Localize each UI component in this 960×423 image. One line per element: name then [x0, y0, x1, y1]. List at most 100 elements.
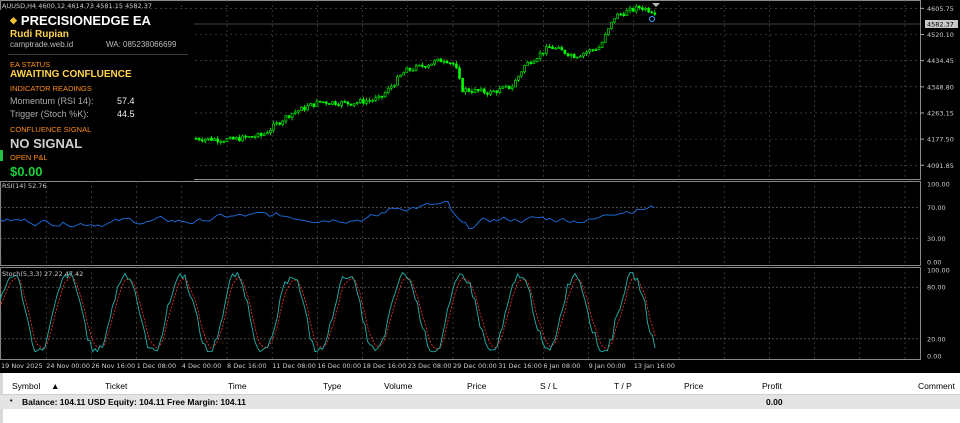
candle-body: [557, 47, 561, 49]
chart-area[interactable]: 19 Nov 2025 24 Nov 00:00 26 Nov 16:00 1 Dec…: [0, 0, 960, 373]
candle-body: [393, 84, 396, 87]
ea-title-text: PRECISIONEDGE EA: [20, 13, 151, 28]
col-comment[interactable]: Comment: [918, 381, 955, 391]
candle-body: [579, 55, 582, 58]
candle-body: [396, 76, 399, 86]
candle-body: [563, 49, 567, 54]
rsi-pane: [0, 201, 920, 239]
candle-body: [383, 92, 387, 98]
trade-marker: [649, 16, 655, 22]
candle-body: [231, 136, 235, 140]
col-type[interactable]: Type: [323, 381, 341, 391]
candle-body: [306, 105, 309, 111]
chart-shift-marker[interactable]: [652, 3, 660, 7]
time-tick-label: 13 Jan 16:00: [634, 362, 675, 370]
candle-body: [538, 52, 542, 59]
candle-body: [358, 99, 362, 103]
candle-body: [588, 49, 592, 53]
terminal-header-row: Symbol ▲ Ticket Time Type Volume Price S…: [0, 377, 960, 395]
time-tick-label: 19 Nov 2025: [1, 362, 43, 370]
col-profit[interactable]: Profit: [762, 381, 782, 391]
rsi-header: RSI(14) 52.76: [2, 182, 47, 190]
candle-body: [504, 85, 508, 88]
indicator-trigger-label: Trigger (Stoch %K):: [10, 109, 89, 119]
time-tick-label: 16 Dec 00:00: [317, 362, 361, 370]
col-tp[interactable]: T / P: [614, 381, 632, 391]
time-tick-label: 29 Dec 00:00: [453, 362, 497, 370]
col-price[interactable]: Price: [467, 381, 486, 391]
candle-body: [259, 133, 263, 136]
candle-body: [467, 88, 471, 92]
candle-body: [238, 137, 241, 142]
sort-up-icon[interactable]: ▲: [51, 381, 59, 391]
candle-body: [300, 106, 303, 112]
candle-body: [256, 133, 260, 138]
col-symbol[interactable]: Symbol: [12, 381, 40, 391]
candle-body: [346, 101, 350, 105]
balance-row[interactable]: • Balance: 104.11 USD Equity: 104.11 Fre…: [0, 395, 960, 409]
col-price-current[interactable]: Price: [684, 381, 703, 391]
open-pnl-label: OPEN P&L: [10, 153, 48, 162]
rsi-line: [0, 201, 655, 229]
col-ticket[interactable]: Ticket: [105, 381, 127, 391]
candle-body: [219, 141, 223, 143]
candle-body: [641, 7, 644, 10]
candle-body: [213, 138, 216, 141]
rsi-tick-label: 70.00: [927, 204, 946, 212]
ea-whatsapp: WA: 085238066699: [106, 40, 177, 49]
candle-body: [386, 87, 390, 94]
candle-body: [566, 53, 570, 57]
balance-text: Balance: 104.11 USD Equity: 104.11 Free …: [22, 397, 246, 407]
stoch-tick-label: 20.00: [927, 335, 946, 343]
ea-author: Rudi Rupian: [10, 29, 69, 40]
candle-body: [228, 136, 232, 140]
candle-body: [200, 139, 204, 142]
candle-body: [610, 21, 613, 29]
stoch-tick-label: 100.00: [927, 267, 950, 275]
candle-body: [312, 103, 316, 107]
time-tick-label: 26 Nov 16:00: [91, 362, 135, 370]
candle-body: [389, 86, 393, 89]
candle-body: [411, 69, 415, 72]
candle-body: [430, 63, 433, 66]
candle-body: [473, 89, 477, 93]
candle-body: [296, 110, 300, 113]
candle-body: [631, 7, 635, 12]
candle-body: [445, 61, 449, 64]
terminal-panel: Symbol ▲ Ticket Time Type Volume Price S…: [0, 373, 960, 423]
col-volume[interactable]: Volume: [384, 381, 412, 391]
candle-body: [405, 67, 409, 73]
candle-body: [510, 86, 514, 89]
candle-body: [272, 123, 275, 131]
time-tick-label: 1 Dec 08:00: [137, 362, 177, 370]
candle-body: [650, 11, 654, 14]
candle-body: [327, 103, 331, 105]
candle-body: [352, 103, 356, 106]
candle-body: [569, 54, 573, 57]
candle-body: [451, 62, 455, 65]
candle-body: [210, 137, 213, 141]
candle-body: [520, 71, 523, 77]
candle-body: [600, 42, 604, 48]
candle-body: [529, 61, 533, 64]
candle-body: [374, 97, 378, 101]
candle-body: [501, 86, 505, 89]
candle-body: [290, 113, 294, 118]
candle-body: [334, 101, 337, 105]
stoch-header: Stoch(5,3,3) 27.22 47.42: [2, 270, 83, 278]
candle-body: [594, 49, 598, 51]
bullet-icon: •: [10, 398, 13, 405]
candle-body: [340, 101, 344, 106]
price-tick-label: 4091.85: [927, 162, 954, 170]
time-tick-label: 9 Jan 00:00: [589, 362, 626, 370]
candle-body: [470, 91, 474, 93]
confluence-signal-label: CONFLUENCE SIGNAL: [10, 125, 92, 134]
col-time[interactable]: Time: [228, 381, 247, 391]
time-tick-label: 4 Dec 00:00: [182, 362, 222, 370]
time-tick-label: 23 Dec 08:00: [408, 362, 452, 370]
pane-border: [0, 267, 921, 360]
candle-body: [402, 72, 406, 76]
candle-body: [216, 138, 219, 143]
col-sl[interactable]: S / L: [540, 381, 557, 391]
price-tick-label: 4263.15: [927, 109, 954, 117]
